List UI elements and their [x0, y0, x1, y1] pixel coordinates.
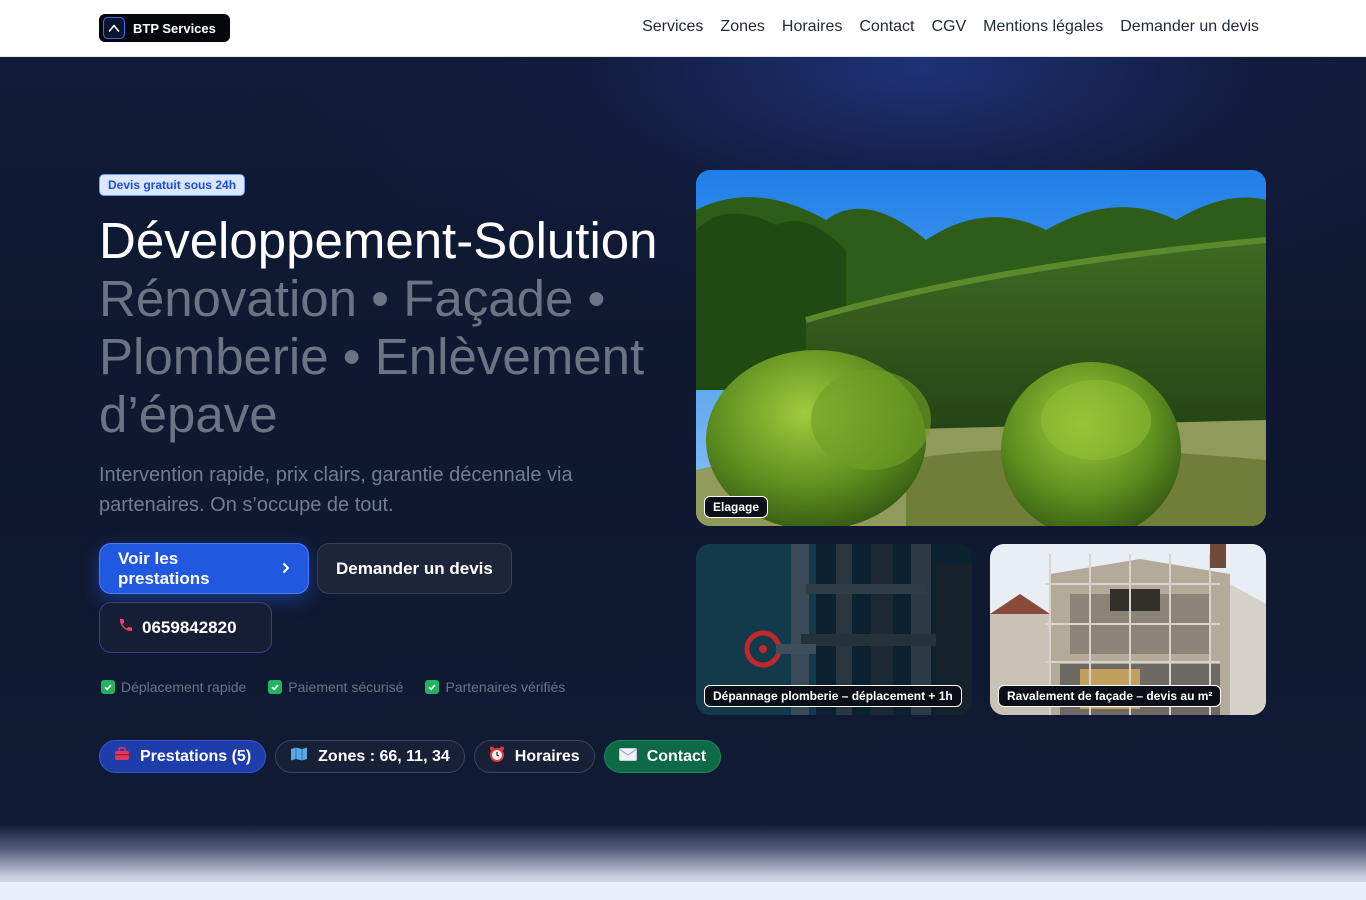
chip-label: Horaires: [514, 747, 580, 765]
chip-label: Prestations (5): [140, 747, 252, 765]
phone-number: 0659842820: [142, 617, 237, 637]
chip-contact[interactable]: Contact: [603, 740, 722, 773]
chip-zones[interactable]: Zones : 66, 11, 34: [275, 740, 465, 773]
nav-link-services[interactable]: Services: [642, 18, 703, 36]
chevron-up-icon: [103, 17, 125, 39]
checkmark-icon: [425, 680, 440, 694]
nav-links: Services Zones Horaires Contact CGV Ment…: [642, 18, 1259, 36]
checkmark-icon: [268, 680, 283, 694]
free-quote-badge: Devis gratuit sous 24h: [99, 174, 246, 196]
next-section-edge: [0, 882, 1366, 900]
toolbox-icon: [114, 747, 130, 766]
view-services-button[interactable]: Voir les prestations: [99, 543, 309, 594]
plumbing-caption: Dépannage plomberie – déplacement + 1h: [704, 685, 962, 707]
quick-links: Prestations (5) Zones : 66, 11, 34 Horai…: [99, 740, 722, 773]
alarm-clock-icon: [489, 746, 505, 767]
facade-photo: Ravalement de façade – devis au m²: [990, 544, 1266, 715]
elagage-caption: Elagage: [704, 496, 769, 518]
phone-icon: [118, 617, 134, 638]
hero-lede: Intervention rapide, prix clairs, garant…: [99, 464, 573, 516]
chip-label: Zones : 66, 11, 34: [318, 747, 450, 765]
check-label: Paiement sécurisé: [288, 679, 404, 695]
checkmark-icon: [101, 680, 115, 694]
hero-title-services: Rénovation • Façade • Plomberie • Enlève…: [99, 270, 645, 443]
chevron-right-icon: [282, 559, 290, 579]
chip-prestations[interactable]: Prestations (5): [99, 740, 267, 773]
check-label: Partenaires vérifiés: [445, 679, 566, 695]
phone-button[interactable]: 0659842820: [99, 602, 272, 653]
check-label: Déplacement rapide: [121, 679, 247, 695]
chip-label: Contact: [646, 747, 707, 765]
nav-link-contact[interactable]: Contact: [859, 18, 914, 36]
check-item: Déplacement rapide: [101, 679, 246, 695]
nav-link-zones[interactable]: Zones: [720, 18, 764, 36]
nav-link-demander-devis[interactable]: Demander un devis: [1120, 18, 1259, 36]
check-item: Partenaires vérifiés: [425, 679, 565, 695]
nav-link-cgv[interactable]: CGV: [932, 18, 967, 36]
nav-link-horaires[interactable]: Horaires: [782, 18, 842, 36]
plumbing-photo: Dépannage plomberie – déplacement + 1h: [696, 544, 972, 715]
facade-caption: Ravalement de façade – devis au m²: [998, 685, 1222, 707]
elagage-photo: Elagage: [696, 170, 1266, 526]
hero-title-main: Développement-Solution: [99, 212, 658, 269]
hero-title: Développement-Solution Rénovation • Faça…: [99, 212, 689, 444]
check-item: Paiement sécurisé: [268, 679, 403, 695]
brand-logo[interactable]: BTP Services: [99, 14, 230, 42]
chip-horaires[interactable]: Horaires: [473, 740, 595, 773]
request-quote-button[interactable]: Demander un devis: [317, 543, 512, 594]
map-icon: [290, 747, 308, 766]
envelope-icon: [618, 747, 637, 766]
hedge-garden-image: [696, 170, 1266, 526]
brand-name: BTP Services: [133, 20, 216, 36]
trust-checks: Déplacement rapide Paiement sécurisé Par…: [101, 679, 565, 695]
nav-link-mentions-legales[interactable]: Mentions légales: [983, 18, 1103, 36]
top-navbar: BTP Services Services Zones Horaires Con…: [0, 0, 1366, 57]
view-services-label: Voir les prestations: [118, 548, 210, 588]
